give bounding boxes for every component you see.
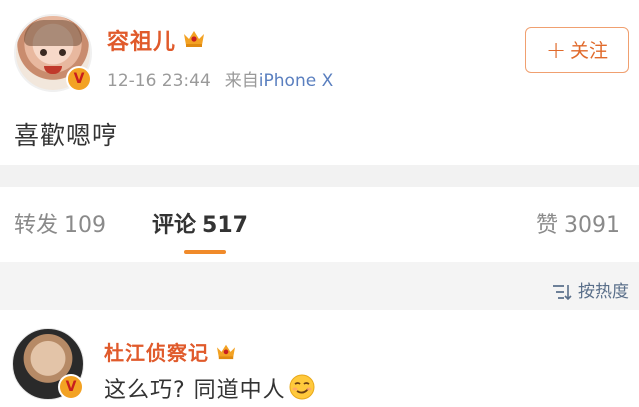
post-timestamp: 12-16 23:44	[107, 71, 211, 91]
plus-icon: +	[545, 36, 567, 64]
tab-reposts[interactable]: 转发 109	[14, 207, 106, 239]
post-source-prefix: 来自	[224, 71, 259, 91]
vip-crown-icon	[215, 341, 237, 365]
post-author-name[interactable]: 容祖儿	[107, 24, 206, 56]
comment-text: 这么巧? 同道中人	[104, 372, 316, 407]
post-meta: 12-16 23:44 来自iPhone X	[107, 66, 333, 91]
commenter-name[interactable]: 杜江侦察记	[104, 337, 237, 367]
sort-by-hot-button[interactable]: 按热度	[552, 277, 629, 302]
tab-likes[interactable]: 赞 3091	[536, 207, 620, 239]
post-author-avatar[interactable]: V	[14, 14, 92, 92]
smug-face-emoji-icon	[288, 373, 316, 407]
verified-badge-icon: V	[66, 66, 92, 92]
tab-comments[interactable]: 评论 517	[152, 207, 248, 239]
sort-bar	[0, 262, 639, 310]
post-text: 喜歡嗯哼	[14, 121, 119, 150]
verified-badge-icon: V	[58, 374, 84, 400]
post-source-device[interactable]: iPhone X	[259, 71, 333, 91]
vip-crown-icon	[182, 28, 206, 54]
follow-button-label: 关注	[570, 40, 609, 62]
section-divider	[0, 165, 639, 187]
follow-button[interactable]: + 关注	[525, 27, 629, 73]
sort-icon	[552, 282, 578, 302]
active-tab-indicator	[184, 250, 226, 254]
